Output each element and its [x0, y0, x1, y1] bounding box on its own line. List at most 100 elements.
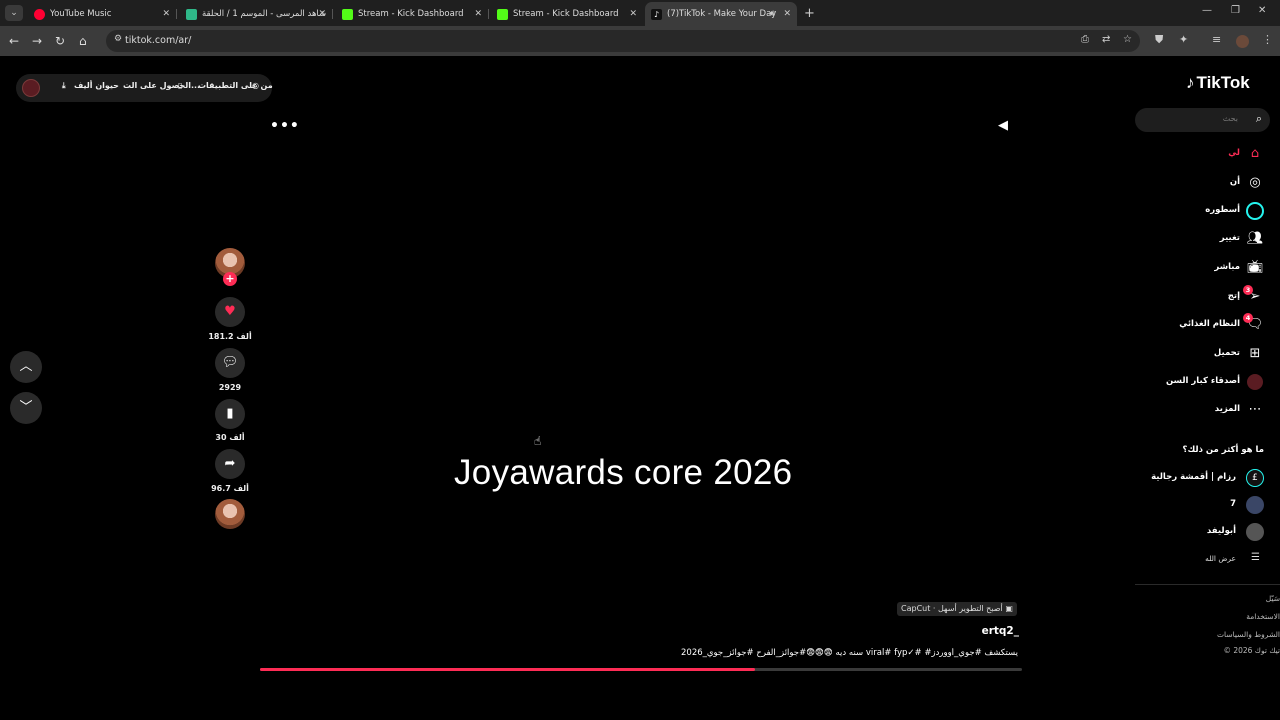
download-icon: ⤓ — [62, 81, 66, 90]
close-window-icon[interactable]: ✕ — [1258, 5, 1266, 16]
translate-icon[interactable]: ⇄ — [1102, 34, 1110, 45]
capcut-tag[interactable]: CapCut · أصبح التطوير أسهل ▣ — [897, 602, 1017, 616]
browser-tab[interactable]: شاهد المرسى - الموسم 1 / الحلقة ✕ — [180, 4, 333, 24]
kick-icon — [342, 8, 353, 20]
minimize-icon[interactable]: — — [1202, 5, 1212, 16]
address-bar[interactable]: ⚙ tiktok.com/ar/ ⎙ ⇄ ☆ — [106, 30, 1140, 52]
notification-badge: 4 — [1243, 313, 1253, 323]
sidebar-item-explore[interactable]: أن ◎ — [1140, 173, 1268, 193]
live-ring-icon — [1246, 202, 1264, 220]
upload-icon: ⊞ — [1249, 346, 1261, 361]
profile-avatar[interactable] — [1236, 35, 1249, 48]
close-icon[interactable]: ✕ — [318, 9, 326, 19]
close-icon[interactable]: ✕ — [474, 9, 482, 19]
shahid-icon — [186, 8, 197, 20]
bookmark-icon: ▮ — [226, 406, 234, 421]
browser-tab[interactable]: Stream - Kick Dashboard ✕ — [336, 4, 489, 24]
youtube-music-icon — [34, 8, 45, 20]
friends-icon: 👥︎ — [1246, 231, 1264, 246]
sidebar-item-profile[interactable]: أصدقاء كبار السن — [1140, 372, 1268, 392]
sidebar-item-for-you[interactable]: لي ⌂ — [1140, 144, 1268, 164]
media-controls-icon[interactable]: ≡ — [1212, 33, 1221, 46]
following-account[interactable]: 7 — [1140, 495, 1268, 515]
share-button[interactable]: ➦ — [215, 449, 245, 479]
volume-icon[interactable]: ◀︎ — [998, 118, 1008, 133]
back-icon[interactable]: ← — [9, 34, 19, 48]
pill-get-app[interactable]: الحصول على الت... — [123, 81, 200, 90]
speaker-icon[interactable]: 🔊︎ — [769, 9, 775, 19]
chevron-down-icon: ﹀ — [19, 400, 33, 415]
comment-count: 2929 — [218, 383, 242, 392]
browser-tab[interactable]: Stream - Kick Dashboard ✕ — [491, 4, 643, 24]
avatar[interactable] — [22, 79, 40, 97]
sidebar-item-legend[interactable]: أسطوره — [1140, 201, 1268, 221]
profile-icon — [1246, 373, 1264, 391]
tab-search-button[interactable]: ⌄ — [5, 5, 23, 21]
tiktok-logo[interactable]: ♪ TikTok — [1186, 73, 1250, 93]
kick-icon — [497, 8, 508, 20]
search-icon[interactable]: ⌕ — [1256, 112, 1262, 126]
video-progress-fill — [260, 668, 756, 671]
save-button[interactable]: ▮ — [215, 399, 245, 429]
like-button[interactable]: ♥ — [215, 297, 245, 327]
close-icon[interactable]: ✕ — [783, 9, 791, 19]
sidebar-item-friends[interactable]: تغيير 👥︎ — [1140, 229, 1268, 249]
search-input[interactable]: بحث ⌕ — [1135, 108, 1270, 132]
sidebar-divider — [1135, 584, 1280, 585]
video-overlay-text: Joyawards core 2026 — [454, 453, 793, 492]
video-progress-bar[interactable] — [260, 668, 1022, 671]
see-all-link[interactable]: عرض الله ☰ — [1140, 551, 1268, 567]
tiktok-page: ⤓ حيوان أليف ▯ الحصول على الت... ◎ من عل… — [0, 56, 1280, 720]
following-account[interactable]: رزام | أقمشة رجالية £ — [1140, 468, 1268, 488]
browser-tab-strip: ⌄ YouTube Music ✕ شاهد المرسى - الموسم 1… — [0, 0, 1280, 26]
install-app-icon[interactable]: ⎙ — [1081, 34, 1089, 45]
footer-copyright: © 2026 تيك توك — [1223, 646, 1280, 655]
browser-tab-active[interactable]: ♪ (7)TikTok - Make Your Day 🔊︎ ✕ — [645, 2, 797, 26]
site-info-icon[interactable]: ⚙ — [114, 34, 122, 44]
sidebar-item-messages[interactable]: إتج ➢ 3 — [1140, 285, 1268, 307]
footer-link[interactable]: الاستخدامة — [1246, 612, 1280, 621]
comment-icon: 💬︎ — [221, 355, 239, 370]
save-count: 30 ألف — [215, 433, 245, 442]
pill-live-animal[interactable]: حيوان أليف — [74, 81, 119, 90]
home-icon[interactable]: ⌂ — [79, 34, 87, 48]
close-icon[interactable]: ✕ — [162, 9, 170, 19]
following-account[interactable]: أبوليفد — [1140, 522, 1268, 542]
music-disc-avatar[interactable] — [215, 499, 245, 529]
footer-link[interactable]: سَيّل — [1266, 594, 1280, 603]
menu-icon[interactable]: ⋮ — [1262, 33, 1273, 46]
sidebar-item-upload[interactable]: تحميل ⊞ — [1140, 344, 1268, 364]
forward-icon[interactable]: → — [32, 34, 42, 48]
compass-icon: ◎ — [1249, 175, 1261, 190]
new-tab-button[interactable]: + — [804, 6, 815, 21]
tiktok-note-icon: ♪ — [1186, 73, 1195, 92]
list-icon: ☰ — [1251, 552, 1260, 563]
bookmark-star-icon[interactable]: ☆ — [1123, 34, 1132, 45]
more-icon: ⋯ — [1248, 402, 1262, 417]
video-author[interactable]: ertq2_ — [975, 625, 1019, 637]
close-icon[interactable]: ✕ — [629, 9, 637, 19]
home-icon: ⌂ — [1250, 146, 1260, 161]
sidebar-item-more[interactable]: المزيد ⋯ — [1140, 400, 1268, 420]
tiktok-icon: ♪ — [651, 8, 662, 20]
sidebar-item-live[interactable]: مباشر 📺︎ — [1140, 258, 1268, 278]
mouse-cursor-icon: ☝ — [534, 434, 542, 448]
avatar — [1246, 496, 1264, 514]
next-video-button[interactable]: ﹀ — [10, 392, 42, 424]
previous-video-button[interactable]: ︿ — [10, 351, 42, 383]
more-options-icon[interactable]: ••• — [270, 118, 300, 134]
follow-plus-icon[interactable]: + — [223, 272, 237, 286]
reload-icon[interactable]: ↻ — [55, 34, 65, 48]
comment-button[interactable]: 💬︎ — [215, 348, 245, 378]
shield-extension-icon[interactable]: ⛊ — [1155, 33, 1163, 47]
pill-get-apps[interactable]: من على التطبيقات — [198, 81, 273, 90]
footer-link[interactable]: الشروط والسياسات — [1217, 630, 1280, 639]
chevron-up-icon: ︿ — [19, 359, 33, 374]
extensions-icon[interactable]: ✦ — [1179, 33, 1188, 46]
video-caption: سنه ديه 😨😨😨#جوائز_الفرح #جوائز_جوي_2026 … — [681, 648, 1018, 658]
sidebar-item-inbox[interactable]: النظام الغذائي 🗨︎ 4 — [1140, 313, 1268, 335]
browser-tab[interactable]: YouTube Music ✕ — [28, 4, 177, 24]
restore-icon[interactable]: ❐ — [1231, 5, 1240, 16]
top-actions-pill: ⤓ حيوان أليف ▯ الحصول على الت... ◎ من عل… — [16, 74, 273, 102]
like-count: 181.2 ألف — [208, 332, 252, 341]
